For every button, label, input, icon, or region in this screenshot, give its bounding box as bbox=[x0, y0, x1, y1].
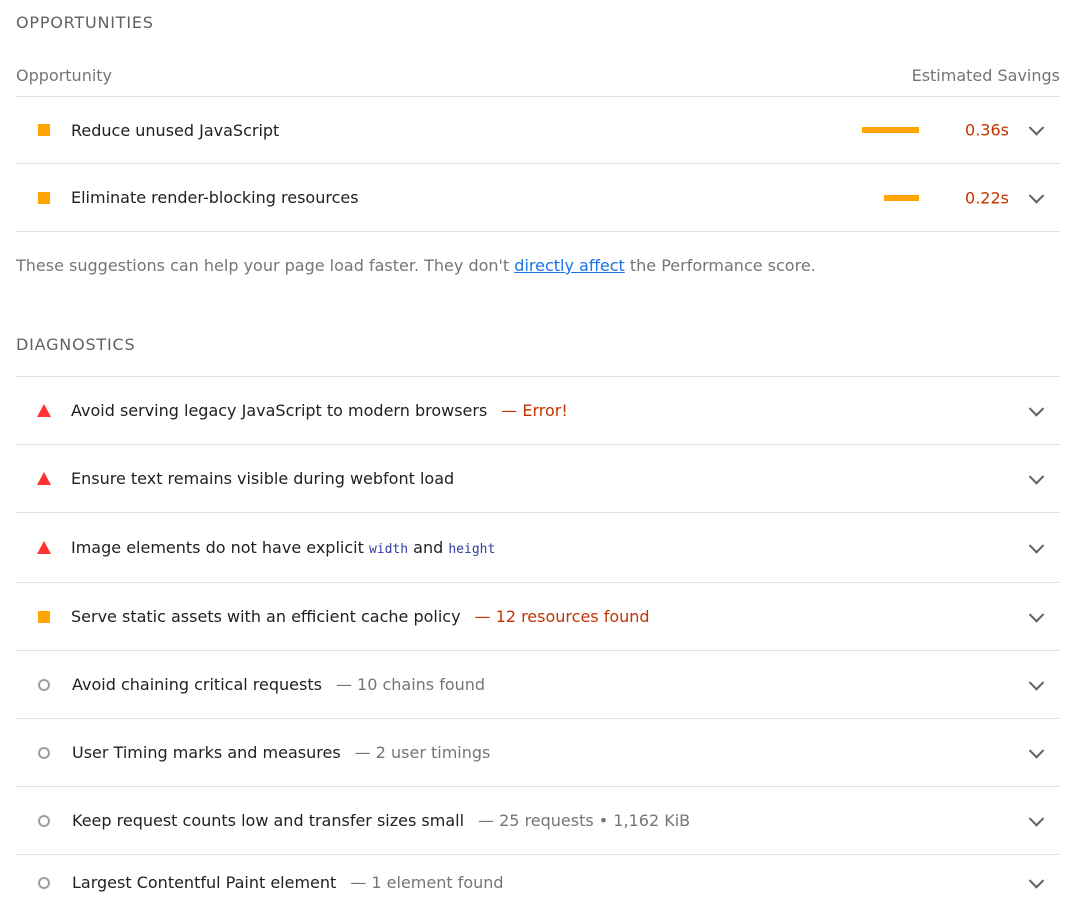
opportunity-column-label: Opportunity bbox=[16, 66, 113, 85]
gray-circle-icon bbox=[38, 678, 50, 691]
audit-row-unused-javascript[interactable]: Reduce unused JavaScript 0.36s bbox=[16, 97, 1060, 164]
chevron-down-icon[interactable] bbox=[1028, 468, 1045, 485]
red-triangle-icon bbox=[37, 472, 51, 485]
audit-display-value: — 2 user timings bbox=[354, 743, 491, 762]
red-triangle-icon bbox=[37, 404, 51, 417]
audit-title: Image elements do not have explicit widt… bbox=[71, 538, 495, 557]
chevron-down-icon[interactable] bbox=[1028, 187, 1045, 204]
audit-display-value: — 25 requests • 1,162 KiB bbox=[478, 811, 691, 830]
chevron-down-icon[interactable] bbox=[1028, 872, 1045, 889]
opportunities-title: OPPORTUNITIES bbox=[16, 13, 154, 32]
red-triangle-icon bbox=[37, 541, 51, 554]
audit-row-lcp-element[interactable]: Largest Contentful Paint element — 1 ele… bbox=[16, 855, 1060, 910]
audit-title: Ensure text remains visible during webfo… bbox=[71, 469, 455, 488]
audit-display-value: — 12 resources found bbox=[474, 607, 650, 626]
audit-row-legacy-javascript[interactable]: Avoid serving legacy JavaScript to moder… bbox=[16, 377, 1060, 445]
estimated-savings-column-label: Estimated Savings bbox=[911, 66, 1060, 85]
audit-row-resource-summary[interactable]: Keep request counts low and transfer siz… bbox=[16, 787, 1060, 855]
audit-title: Avoid chaining critical requests bbox=[72, 675, 322, 694]
savings-bar bbox=[884, 194, 919, 201]
chevron-down-icon[interactable] bbox=[1028, 400, 1045, 417]
diagnostics-title: DIAGNOSTICS bbox=[16, 335, 136, 354]
directly-affect-link[interactable]: directly affect bbox=[514, 256, 624, 275]
note-text-after: the Performance score. bbox=[624, 256, 816, 275]
audit-row-font-display[interactable]: Ensure text remains visible during webfo… bbox=[16, 445, 1060, 513]
audit-title: User Timing marks and measures bbox=[72, 743, 341, 762]
audit-display-value: — 1 element found bbox=[350, 873, 504, 892]
savings-value: 0.36s bbox=[965, 120, 1009, 140]
gray-circle-icon bbox=[38, 746, 50, 759]
chevron-down-icon[interactable] bbox=[1028, 810, 1045, 827]
savings-value: 0.22s bbox=[965, 188, 1009, 207]
audit-title: Keep request counts low and transfer siz… bbox=[72, 811, 465, 830]
gray-circle-icon bbox=[38, 876, 50, 889]
audit-title: Largest Contentful Paint element bbox=[72, 873, 337, 892]
orange-square-icon bbox=[38, 610, 50, 623]
audit-display-value: — Error! bbox=[501, 401, 568, 420]
savings-bar bbox=[862, 127, 919, 133]
audit-row-render-blocking[interactable]: Eliminate render-blocking resources 0.22… bbox=[16, 164, 1060, 232]
code-height: height bbox=[448, 542, 496, 557]
gray-circle-icon bbox=[38, 814, 50, 827]
chevron-down-icon[interactable] bbox=[1028, 606, 1045, 623]
note-text-before: These suggestions can help your page loa… bbox=[16, 256, 515, 275]
audit-title-text: and bbox=[408, 538, 449, 557]
audit-row-cache-policy[interactable]: Serve static assets with an efficient ca… bbox=[16, 583, 1060, 651]
audit-title: Eliminate render-blocking resources bbox=[71, 188, 359, 207]
audit-display-value: — 10 chains found bbox=[335, 675, 486, 694]
chevron-down-icon[interactable] bbox=[1028, 674, 1045, 691]
audit-row-user-timings[interactable]: User Timing marks and measures — 2 user … bbox=[16, 719, 1060, 787]
chevron-down-icon[interactable] bbox=[1028, 537, 1045, 554]
opportunities-header: Opportunity Estimated Savings bbox=[16, 64, 1060, 97]
code-width: width bbox=[368, 542, 409, 557]
orange-square-icon bbox=[38, 191, 50, 204]
audit-title: Avoid serving legacy JavaScript to moder… bbox=[71, 401, 488, 420]
audit-title: Reduce unused JavaScript bbox=[71, 120, 280, 140]
audit-row-critical-request-chains[interactable]: Avoid chaining critical requests — 10 ch… bbox=[16, 651, 1060, 719]
audit-row-unsized-images[interactable]: Image elements do not have explicit widt… bbox=[16, 513, 1060, 583]
audit-title-text: Image elements do not have explicit bbox=[71, 538, 369, 557]
chevron-down-icon[interactable] bbox=[1028, 742, 1045, 759]
orange-square-icon bbox=[38, 124, 50, 136]
audit-title: Serve static assets with an efficient ca… bbox=[71, 607, 461, 626]
opportunities-note: These suggestions can help your page loa… bbox=[16, 256, 816, 275]
chevron-down-icon[interactable] bbox=[1028, 120, 1045, 136]
